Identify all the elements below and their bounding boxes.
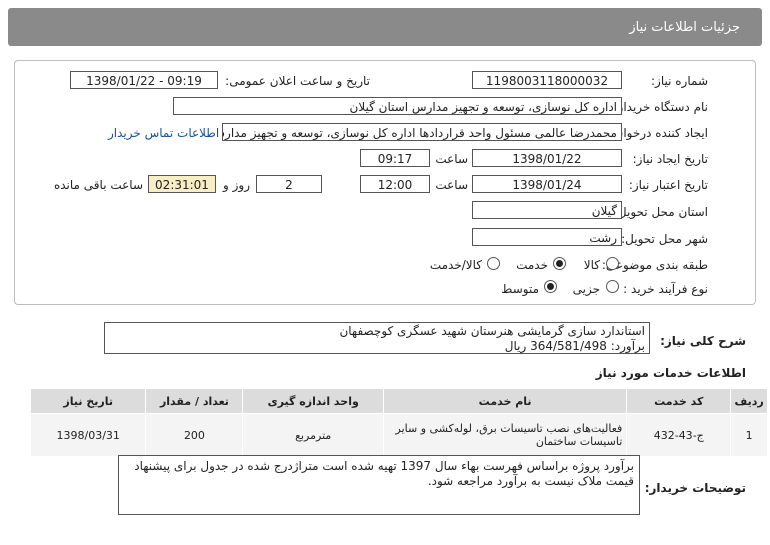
need-number-field: 1198003118000032 bbox=[472, 71, 622, 89]
cell-row-index: 1 bbox=[730, 413, 768, 457]
buyer-contact-link[interactable]: اطلاعات تماس خریدار bbox=[108, 126, 219, 140]
header-service-code: کد خدمت bbox=[626, 388, 732, 414]
cell-need-date: 1398/03/31 bbox=[29, 413, 147, 457]
table-row: 1 ج-43-432 فعالیت‌های نصب تاسیسات برق، ل… bbox=[29, 413, 768, 457]
summary-box: استاندارد سازی گرمایشی هنرستان شهید عسگر… bbox=[104, 322, 650, 354]
header-row-index: ردیف bbox=[730, 388, 768, 414]
buyer-notes-label: توضیحات خریدار: bbox=[644, 481, 746, 495]
services-title: اطلاعات خدمات مورد نیاز bbox=[595, 366, 746, 380]
validity-date-label: تاریخ اعتبار نیاز: bbox=[628, 178, 708, 192]
need-number-label: شماره نیاز: bbox=[651, 74, 708, 88]
create-date-label: تاریخ ایجاد نیاز: bbox=[632, 152, 708, 166]
validity-date-field: 1398/01/24 bbox=[472, 175, 622, 193]
announce-label: تاریخ و ساعت اعلان عمومی: bbox=[225, 74, 370, 88]
category-option-goods-service: کالا/خدمت bbox=[429, 258, 482, 272]
cell-service-name: فعالیت‌های نصب تاسیسات برق، لوله‌کشی و س… bbox=[382, 413, 628, 457]
page-title: جزئیات اطلاعات نیاز bbox=[629, 20, 740, 35]
page-header: جزئیات اطلاعات نیاز bbox=[8, 8, 762, 46]
requester-field: محمدرضا عالمی مسئول واحد قراردادها اداره… bbox=[222, 123, 622, 141]
process-option-medium: متوسط bbox=[501, 282, 539, 296]
category-option-service: خدمت bbox=[516, 258, 548, 272]
table-header-row: ردیف کد خدمت نام خدمت واحد اندازه گیری ت… bbox=[29, 388, 768, 414]
create-date-field: 1398/01/22 bbox=[472, 149, 622, 167]
header-service-name: نام خدمت bbox=[382, 388, 628, 414]
process-radio-minor[interactable] bbox=[606, 280, 619, 293]
summary-line-1: استاندارد سازی گرمایشی هنرستان شهید عسگر… bbox=[339, 324, 645, 338]
city-field: رشت bbox=[472, 228, 622, 246]
header-need-date: تاریخ نیاز bbox=[29, 388, 147, 414]
province-field: گیلان bbox=[472, 201, 622, 219]
category-option-goods: کالا bbox=[583, 258, 600, 272]
buyer-org-label: نام دستگاه خریدار: bbox=[613, 100, 709, 114]
cell-quantity: 200 bbox=[145, 413, 244, 457]
province-label: استان محل تحویل: bbox=[613, 205, 708, 219]
header-unit: واحد اندازه گیری bbox=[242, 388, 384, 414]
summary-line-2: برآورد: 364/581/498 ریال bbox=[504, 339, 645, 353]
announce-field: 1398/01/22 - 09:19 bbox=[70, 71, 218, 89]
days-field: 2 bbox=[256, 175, 322, 193]
category-radio-goods[interactable] bbox=[606, 257, 619, 270]
cell-service-code: ج-43-432 bbox=[626, 413, 732, 457]
validity-time-label: ساعت bbox=[435, 178, 468, 192]
remaining-label: ساعت باقی مانده bbox=[53, 178, 143, 192]
cell-unit: مترمربع bbox=[242, 413, 384, 457]
days-label: روز و bbox=[223, 178, 250, 192]
summary-label: شرح کلی نیاز: bbox=[660, 334, 746, 348]
category-radio-service[interactable] bbox=[553, 257, 566, 270]
buyer-notes-box: برآورد پروژه براساس فهرست بهاء سال 1397 … bbox=[118, 455, 640, 515]
process-label: نوع فرآیند خرید : bbox=[623, 282, 708, 296]
process-radio-medium[interactable] bbox=[544, 280, 557, 293]
create-time-field: 09:17 bbox=[360, 149, 430, 167]
services-table: ردیف کد خدمت نام خدمت واحد اندازه گیری ت… bbox=[29, 388, 768, 457]
create-time-label: ساعت bbox=[435, 152, 468, 166]
validity-time-field: 12:00 bbox=[360, 175, 430, 193]
buyer-org-field: اداره کل نوسازی، توسعه و تجهیز مدارس است… bbox=[173, 97, 622, 115]
category-radio-goods-service[interactable] bbox=[487, 257, 500, 270]
city-label: شهر محل تحویل: bbox=[621, 232, 708, 246]
header-quantity: تعداد / مقدار bbox=[145, 388, 244, 414]
process-option-minor: جزیی bbox=[572, 282, 600, 296]
remaining-time-field: 02:31:01 bbox=[148, 175, 216, 193]
